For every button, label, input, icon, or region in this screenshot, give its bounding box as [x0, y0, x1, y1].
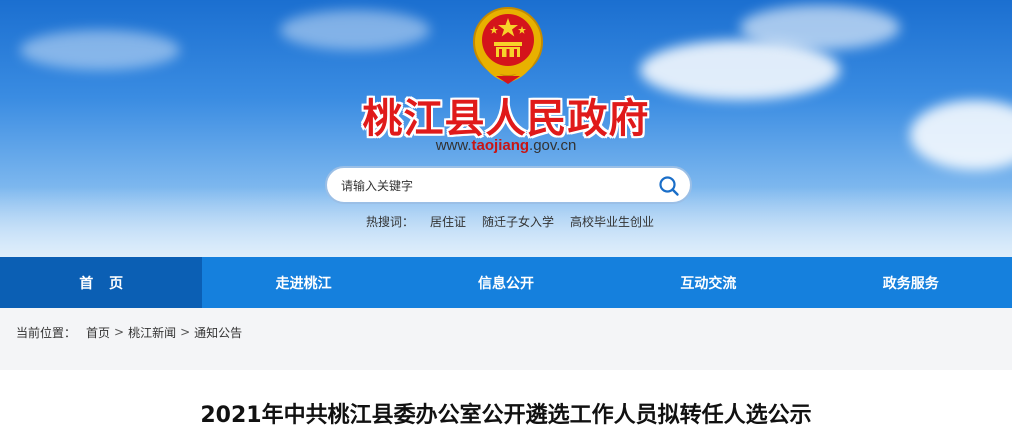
- site-title: 桃江县人民政府: [362, 96, 650, 142]
- hot-search-item[interactable]: 居住证: [430, 213, 466, 230]
- cloud-decoration: [20, 30, 180, 70]
- site-url: www.taojiang.gov.cn: [0, 137, 1012, 154]
- breadcrumb: 当前位置： 首页 > 桃江新闻 > 通知公告: [0, 308, 1012, 356]
- article-title: 2021年中共桃江县委办公室公开遴选工作人员拟转任人选公示: [200, 403, 812, 428]
- hot-search-item[interactable]: 高校毕业生创业: [570, 213, 654, 230]
- breadcrumb-label: 当前位置：: [16, 325, 77, 340]
- nav-item-gov-services[interactable]: 政务服务: [810, 257, 1012, 308]
- nav-item-info-disclosure[interactable]: 信息公开: [405, 257, 607, 308]
- breadcrumb-item-home[interactable]: 首页: [86, 324, 110, 341]
- cloud-decoration: [280, 10, 430, 50]
- hot-search-bar: 热搜词： 居住证 随迁子女入学 高校毕业生创业: [366, 213, 654, 230]
- search-icon[interactable]: [658, 175, 680, 197]
- nav-item-interaction[interactable]: 互动交流: [607, 257, 809, 308]
- site-url-prefix: www.: [435, 137, 472, 154]
- hot-search-label: 热搜词：: [366, 215, 415, 229]
- breadcrumb-separator: >: [180, 325, 191, 339]
- search-input[interactable]: [341, 177, 641, 195]
- search-box: [325, 166, 692, 204]
- main-nav: 首页 走进桃江 信息公开 互动交流 政务服务: [0, 257, 1012, 308]
- breadcrumb-item-news[interactable]: 桃江新闻: [128, 324, 176, 341]
- breadcrumb-separator: >: [114, 325, 125, 339]
- nav-item-home[interactable]: 首页: [0, 257, 203, 308]
- cloud-decoration: [740, 5, 900, 50]
- site-url-suffix: .gov.cn: [529, 137, 577, 154]
- breadcrumb-item-notices[interactable]: 通知公告: [194, 324, 242, 341]
- site-url-domain: taojiang: [471, 137, 530, 154]
- hot-search-item[interactable]: 随迁子女入学: [482, 213, 554, 230]
- header-banner: 桃江县人民政府 www.taojiang.gov.cn 热搜词： 居住证 随迁子…: [0, 0, 1012, 257]
- article-card: 2021年中共桃江县委办公室公开遴选工作人员拟转任人选公示: [0, 370, 1012, 433]
- nav-item-about[interactable]: 走进桃江: [202, 257, 404, 308]
- national-emblem-icon: [473, 7, 543, 84]
